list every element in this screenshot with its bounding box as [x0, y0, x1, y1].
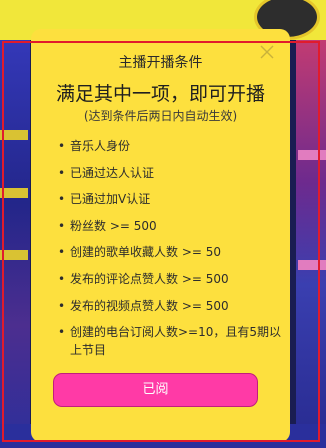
condition-item: 音乐人身份: [58, 137, 284, 155]
background-stripe: [0, 188, 28, 198]
condition-item: 粉丝数 >= 500: [58, 217, 284, 235]
background-stripe: [0, 130, 28, 140]
background-stripe: [0, 250, 28, 260]
condition-item: 创建的歌单收藏人数 >= 50: [58, 243, 284, 261]
condition-item: 发布的视频点赞人数 >= 500: [58, 297, 284, 315]
condition-item: 创建的电台订阅人数>=10，且有5期以上节目: [58, 323, 284, 359]
condition-item: 发布的评论点赞人数 >= 500: [58, 270, 284, 288]
dialog-headline: 满足其中一项，即可开播: [55, 83, 265, 105]
broadcast-conditions-dialog: 主播开播条件 满足其中一项，即可开播 (达到条件后两日内自动生效) 音乐人身份 …: [31, 29, 290, 442]
conditions-list: 音乐人身份 已通过达人认证 已通过加V认证 粉丝数 >= 500 创建的歌单收藏…: [58, 137, 284, 368]
dialog-subtitle: (达到条件后两日内自动生效): [83, 109, 238, 123]
dialog-title: 主播开播条件: [118, 55, 203, 71]
condition-item: 已通过加V认证: [58, 190, 284, 208]
background-right-panel: [296, 40, 326, 448]
background-stripe: [298, 150, 326, 160]
read-confirm-button[interactable]: 已阅: [53, 373, 258, 407]
background-stripe: [298, 260, 326, 270]
background-left-panel: [0, 40, 30, 448]
condition-item: 已通过达人认证: [58, 164, 284, 182]
